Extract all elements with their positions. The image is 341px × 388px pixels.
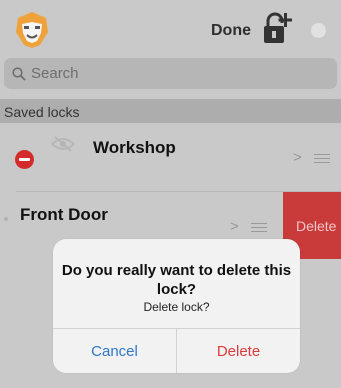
lock-name: Workshop	[93, 138, 176, 157]
list-item-workshop[interactable]: Workshop >	[0, 124, 341, 191]
status-dot	[311, 23, 326, 38]
reorder-handle-icon[interactable]	[251, 223, 267, 233]
delete-confirm-dialog: Do you really want to delete this lock? …	[53, 239, 300, 373]
search-placeholder: Search	[31, 65, 79, 82]
indicator-dot	[4, 217, 8, 221]
reorder-handle-icon[interactable]	[314, 154, 330, 164]
lock-name: Front Door	[20, 205, 108, 224]
nav-bar: Done	[0, 0, 341, 57]
search-field[interactable]: Search	[4, 58, 337, 89]
delete-minus-icon[interactable]	[15, 150, 34, 169]
chevron-right-icon: >	[293, 149, 302, 166]
section-header-saved-locks: Saved locks	[0, 99, 341, 123]
delete-button[interactable]: Delete	[177, 329, 300, 373]
chevron-right-icon: >	[230, 218, 239, 235]
done-button[interactable]: Done	[211, 22, 251, 40]
dialog-message: Delete lock?	[143, 300, 210, 314]
dialog-title: Do you really want to delete this lock?	[61, 262, 292, 298]
lion-logo-icon[interactable]	[12, 10, 52, 50]
lock-plus-icon[interactable]	[262, 12, 292, 46]
cancel-button[interactable]: Cancel	[53, 329, 176, 373]
eye-slash-icon	[51, 136, 75, 152]
search-icon	[12, 66, 26, 81]
